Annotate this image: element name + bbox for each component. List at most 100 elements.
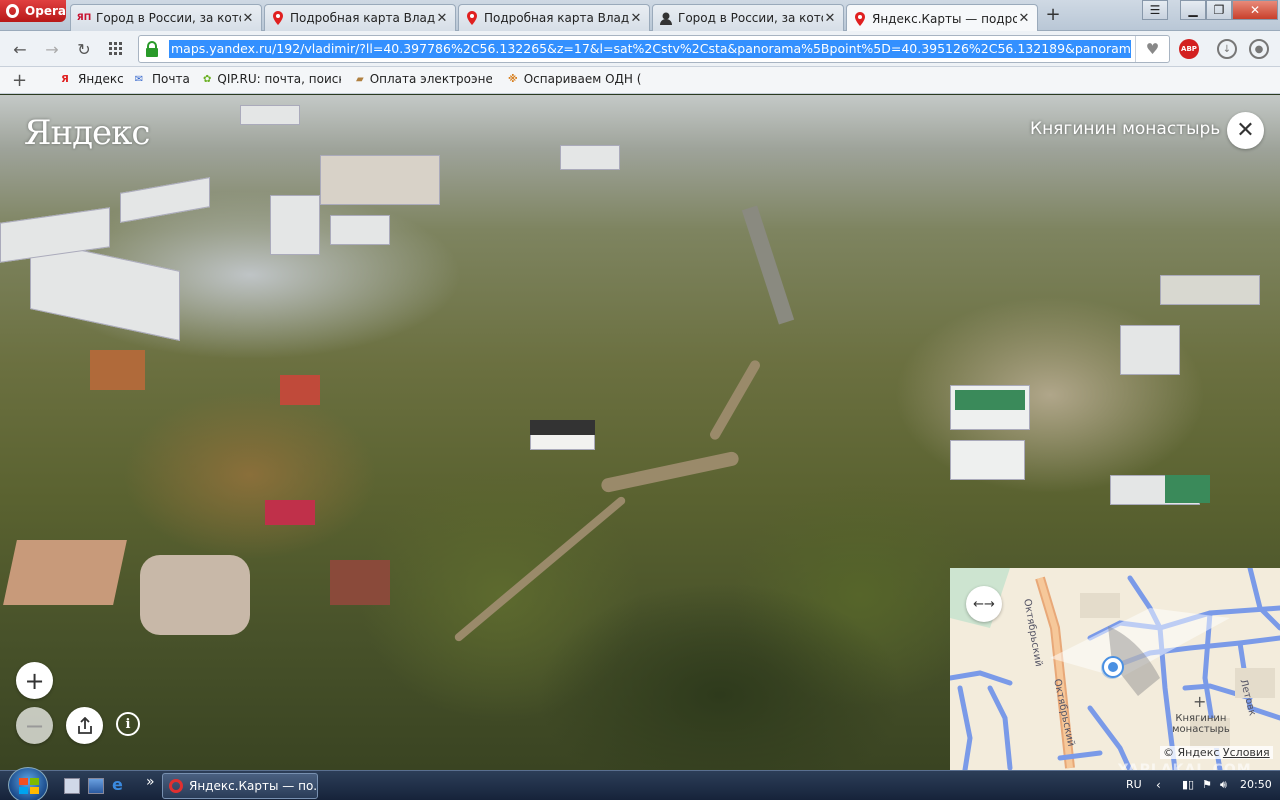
- red-roof: [265, 500, 315, 525]
- close-window-button[interactable]: ✕: [1232, 0, 1278, 20]
- poi-label-line: монастырь: [1172, 724, 1230, 735]
- tab-close-icon[interactable]: ✕: [435, 11, 449, 26]
- network-icon[interactable]: ▮▯: [1182, 778, 1194, 791]
- tab-3[interactable]: Подробная карта Владим ✕: [458, 4, 650, 31]
- opera-logo-icon: [6, 4, 20, 18]
- mail-icon: ✉: [134, 73, 144, 85]
- navigation-bar: ← → ↻ maps.yandex.ru/192/vladimir/?ll=40…: [0, 31, 1280, 67]
- brown-roof: [330, 560, 390, 605]
- back-arrow-icon[interactable]: ←: [10, 39, 30, 59]
- clock[interactable]: 20:50: [1240, 778, 1272, 791]
- tab-close-icon[interactable]: ✕: [1017, 11, 1031, 26]
- copyright-text: © Яндекс: [1163, 746, 1220, 759]
- opera-logo-icon: [169, 779, 183, 793]
- bookmark-label: Оплата электроэнер: [369, 72, 492, 86]
- info-button[interactable]: i: [116, 712, 140, 736]
- bookmark-label: QIP.RU: почта, поиск: [217, 72, 341, 86]
- reload-icon[interactable]: ↻: [74, 39, 94, 59]
- internet-explorer-icon[interactable]: e: [112, 777, 128, 793]
- terms-link[interactable]: Условия: [1223, 746, 1270, 759]
- add-bookmark-icon[interactable]: +: [12, 70, 27, 91]
- map-pin-icon: [271, 11, 285, 25]
- yandex-icon: Я: [61, 73, 69, 85]
- opera-menu-label: Opera: [25, 4, 66, 18]
- building: [270, 195, 320, 255]
- viewer-location-icon: [1102, 656, 1124, 678]
- volume-icon[interactable]: 🔊︎: [1220, 778, 1227, 792]
- tab-title: Подробная карта Владим: [290, 11, 435, 25]
- building: [560, 145, 620, 170]
- dark-roof: [530, 420, 595, 435]
- maximize-button[interactable]: ❐: [1206, 0, 1232, 20]
- building: [1160, 275, 1260, 305]
- url-text[interactable]: maps.yandex.ru/192/vladimir/?ll=40.39778…: [169, 40, 1131, 58]
- address-bar[interactable]: maps.yandex.ru/192/vladimir/?ll=40.39778…: [138, 35, 1170, 63]
- speed-dial-grid-icon[interactable]: [106, 39, 126, 59]
- more-quicklaunch-icon[interactable]: »: [146, 774, 155, 790]
- bookmark-item[interactable]: ▰ Оплата электроэнер: [356, 72, 492, 86]
- odn-icon: ※: [508, 73, 518, 85]
- dirt-road: [453, 495, 627, 643]
- payment-icon: ▰: [356, 73, 364, 85]
- yaplakal-favicon-icon: ЯП: [76, 13, 92, 23]
- poi-label-line: Княгинин: [1175, 713, 1227, 724]
- tab-close-icon[interactable]: ✕: [241, 11, 255, 26]
- expand-minimap-button[interactable]: ←→: [966, 586, 1002, 622]
- bookmark-item[interactable]: ✿ QIP.RU: почта, поиск: [203, 72, 341, 86]
- expand-arrows-icon: ←→: [973, 596, 995, 612]
- map-pin-icon: [465, 11, 479, 25]
- taskbar-window-title: Яндекс.Карты — по...: [189, 779, 318, 793]
- place-title: Княгинин монастырь: [1030, 119, 1221, 139]
- tab-close-icon[interactable]: ✕: [823, 11, 837, 26]
- download-icon[interactable]: ↓: [1217, 39, 1237, 59]
- close-panorama-button[interactable]: ✕: [1227, 112, 1264, 149]
- language-indicator[interactable]: RU: [1126, 778, 1142, 791]
- red-roof: [280, 375, 320, 405]
- bookmark-item[interactable]: Я Яндекс: [58, 72, 124, 86]
- zoom-in-button[interactable]: +: [16, 662, 53, 699]
- explorer-icon[interactable]: [88, 778, 104, 794]
- windows-logo-icon: [19, 778, 39, 794]
- map-copyright: © Яндекс Условия: [1160, 746, 1273, 759]
- tab-1[interactable]: ЯП Город в России, за котор ✕: [70, 4, 262, 31]
- tab-5-active[interactable]: Яндекс.Карты — подробн ✕: [846, 4, 1038, 32]
- yandex-logo: Яндекс: [24, 113, 150, 153]
- account-icon[interactable]: ●: [1249, 39, 1269, 59]
- tray-expand-icon[interactable]: ‹: [1156, 778, 1161, 792]
- forward-arrow-icon[interactable]: →: [42, 39, 62, 59]
- opera-menu-button[interactable]: Opera: [0, 0, 66, 22]
- windows-taskbar: e » Яндекс.Карты — по... RU ‹ ▮▯ ⚑ 🔊︎ 20…: [0, 767, 1280, 800]
- minimap[interactable]: ←→ Октябрьский Октябрьский Летовк + Княг…: [950, 568, 1280, 770]
- flag-icon[interactable]: ⚑: [1202, 778, 1212, 791]
- tab-title: Город в России, за котор: [678, 11, 823, 25]
- new-tab-button[interactable]: +: [1043, 6, 1063, 26]
- bookmark-item[interactable]: ※ Оспариваем ОДН (о: [508, 72, 642, 86]
- taskbar-window-button[interactable]: Яндекс.Карты — по...: [162, 773, 318, 799]
- map-pin-icon: [853, 11, 867, 26]
- tab-title: Подробная карта Владим: [484, 11, 629, 25]
- brown-roof: [90, 350, 145, 390]
- tab-menu-icon[interactable]: ☰: [1142, 0, 1168, 20]
- bookmarks-bar: + Я Яндекс ✉ Почта ✿ QIP.RU: почта, поис…: [0, 67, 1280, 94]
- show-desktop-icon[interactable]: [64, 778, 80, 794]
- minimize-button[interactable]: ▁: [1180, 0, 1206, 20]
- road: [741, 205, 795, 325]
- bookmark-item[interactable]: ✉ Почта: [132, 72, 190, 86]
- tab-4[interactable]: Город в России, за котор ✕: [652, 4, 844, 31]
- share-icon: [77, 716, 92, 734]
- construction-site: [140, 555, 250, 635]
- start-button[interactable]: [8, 767, 48, 800]
- building: [120, 177, 210, 223]
- share-button[interactable]: [66, 707, 103, 744]
- building: [1120, 325, 1180, 375]
- adblock-plus-icon[interactable]: ABP: [1179, 39, 1199, 59]
- zoom-out-button[interactable]: −: [16, 707, 53, 744]
- qip-icon: ✿: [203, 73, 212, 85]
- bookmark-heart-icon[interactable]: ♥: [1135, 36, 1169, 62]
- bookmark-label: Оспариваем ОДН (о: [523, 72, 642, 86]
- tab-title: Яндекс.Карты — подробн: [872, 11, 1017, 26]
- green-roof: [955, 390, 1025, 410]
- tab-close-icon[interactable]: ✕: [629, 11, 643, 26]
- tab-2[interactable]: Подробная карта Владим ✕: [264, 4, 456, 31]
- bookmark-label: Яндекс: [78, 72, 124, 86]
